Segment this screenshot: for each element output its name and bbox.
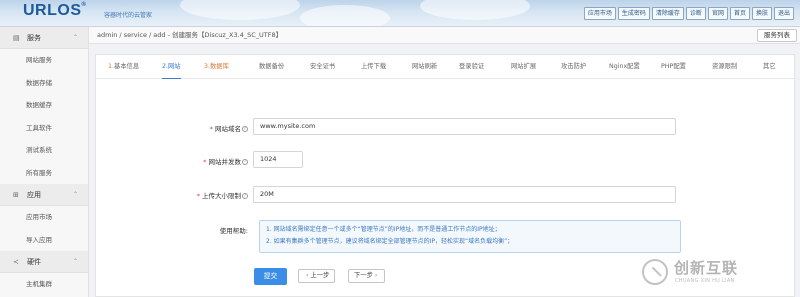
domain-label-text: 网站域名 [215, 125, 241, 133]
required-mark: * [203, 158, 207, 166]
tab-bar: 1.基本信息 2.网站 3.数据库 数据备份 安全证书 上传下载 网站刷新 登录… [96, 55, 796, 79]
tab-website[interactable]: 2.网站 [162, 55, 181, 79]
tab-basic-info[interactable]: 1.基本信息 [108, 55, 139, 79]
tab-site-refresh[interactable]: 网站刷新 [412, 55, 437, 79]
nav-official-site[interactable]: 官网 [707, 7, 728, 20]
chevron-up-icon: ⌃ [72, 191, 78, 198]
tab-nginx-config[interactable]: Nginx配置 [609, 55, 640, 79]
tab-resource-limit[interactable]: 资源限制 [712, 55, 737, 79]
required-mark: * [209, 125, 213, 133]
help-box: 1. 网站域名需绑定任意一个或多个“管理节点”的IP地址，而不是普通工作节点的I… [259, 220, 681, 253]
nav-diagnose[interactable]: 诊断 [685, 7, 706, 20]
server-icon: ▤ [13, 34, 20, 42]
tab-attack-protection[interactable]: 攻击防护 [561, 55, 586, 79]
help-line: 1. 网站域名需绑定任意一个或多个“管理节点”的IP地址，而不是普通工作节点的I… [266, 226, 501, 233]
chevron-up-icon: ⌃ [72, 258, 78, 265]
sidebar-item-app-market[interactable]: 应用市场 [0, 206, 88, 229]
domain-input[interactable]: www.mysite.com [253, 118, 676, 135]
sidebar-section-label: 硬件 [27, 258, 41, 266]
upload-limit-label: * 上传大小限制? [168, 190, 248, 200]
sidebar-item-test-system[interactable]: 测试系统 [0, 139, 88, 162]
nav-logout[interactable]: 退出 [773, 7, 794, 20]
slogan: 容器时代的云管家 [104, 12, 153, 19]
sidebar-item-data-cache[interactable]: 数据缓存 [0, 94, 88, 117]
concurrency-label-text: 网站并发数 [208, 158, 242, 166]
tab-label: 基本信息 [114, 63, 140, 70]
next-step-label: 下一步 [354, 272, 373, 279]
grid-icon: ⊞ [13, 191, 19, 199]
watermark-logo: 创新互联 CHUANG XIN HU LIAN [642, 255, 784, 291]
sidebar-item-website-service[interactable]: 网站服务 [0, 49, 88, 72]
domain-label: * 网站域名? [168, 123, 248, 133]
brand-mark-icon [642, 259, 668, 285]
sidebar: ▤ 服务 ⌃ 网站服务 数据存储 数据缓存 工具软件 测试系统 所有服务 ⊞ 应… [0, 27, 89, 297]
breadcrumb: admin / service / add - 创建服务【Discuz_X3.4… [97, 31, 283, 39]
help-icon[interactable]: ? [242, 126, 248, 132]
cloud-decoration [300, 5, 390, 26]
tab-php-config[interactable]: PHP配置 [661, 55, 686, 79]
concurrency-input[interactable]: 1024 [253, 151, 303, 168]
sidebar-item-data-storage[interactable]: 数据存储 [0, 72, 88, 95]
cloud-decoration [420, 0, 530, 20]
help-line: 2. 如果有集群多个管理节点，建议将域名绑定全部管理节点的IP，轻松实现“域名负… [266, 238, 514, 245]
concurrency-label: * 网站并发数? [168, 156, 248, 166]
nav-app-market[interactable]: 应用市场 [583, 7, 616, 20]
upload-limit-input[interactable]: 20M [253, 186, 676, 203]
cloud-decoration [180, 0, 300, 20]
sidebar-section-service[interactable]: ▤ 服务 ⌃ [0, 27, 88, 49]
help-label: 使用帮助: [219, 227, 248, 235]
tab-ssl-cert[interactable]: 安全证书 [310, 55, 335, 79]
breadcrumb-bar: admin / service / add - 创建服务【Discuz_X3.4… [89, 27, 800, 44]
logo-text: URLOS [23, 2, 82, 19]
next-step-button[interactable]: 下一步 › [348, 269, 386, 283]
sidebar-section-label: 应用 [27, 191, 41, 199]
nav-home[interactable]: 首页 [729, 7, 750, 20]
service-list-button[interactable]: 服务列表 [757, 29, 797, 42]
share-icon: ≺ [13, 258, 19, 266]
watermark-cn: 创新互联 [674, 259, 739, 277]
nav-skin[interactable]: 换肤 [751, 7, 772, 20]
sidebar-section-hardware[interactable]: ≺ 硬件 ⌃ [0, 251, 88, 273]
required-mark: * [196, 192, 200, 200]
prev-step-label: 上一步 [310, 272, 330, 279]
top-header: URLOS® 容器时代的云管家 应用市场 生成密码 清除缓存 诊断 官网 首页 … [0, 0, 800, 27]
registered-mark: ® [81, 2, 87, 8]
sidebar-item-tool-software[interactable]: 工具软件 [0, 117, 88, 140]
sidebar-section-apps[interactable]: ⊞ 应用 ⌃ [0, 184, 88, 206]
sidebar-item-import-app[interactable]: 导入应用 [0, 229, 88, 252]
create-service-card: 1.基本信息 2.网站 3.数据库 数据备份 安全证书 上传下载 网站刷新 登录… [95, 54, 796, 297]
tab-upload-download[interactable]: 上传下载 [361, 55, 386, 79]
top-nav: 应用市场 生成密码 清除缓存 诊断 官网 首页 换肤 退出 [583, 7, 794, 20]
sidebar-section-label: 服务 [27, 34, 41, 42]
sidebar-item-all-services[interactable]: 所有服务 [0, 162, 88, 185]
chevron-left-icon: ‹ [306, 272, 309, 279]
sidebar-item-host-cluster[interactable]: 主机集群 [0, 273, 88, 296]
urlos-logo[interactable]: URLOS® [23, 2, 86, 20]
nav-generate-password[interactable]: 生成密码 [617, 7, 650, 20]
tab-data-backup[interactable]: 数据备份 [259, 55, 284, 79]
tab-database[interactable]: 3.数据库 [204, 55, 229, 79]
help-icon[interactable]: ? [242, 159, 248, 165]
help-icon[interactable]: ? [242, 193, 248, 199]
prev-step-button[interactable]: ‹ 上一步 [298, 269, 336, 283]
submit-button[interactable]: 提交 [254, 268, 287, 285]
tab-login-verify[interactable]: 登录验证 [459, 55, 484, 79]
tab-site-extension[interactable]: 网站扩展 [511, 55, 536, 79]
chevron-up-icon: ⌃ [72, 34, 78, 41]
nav-clear-cache[interactable]: 清除缓存 [651, 7, 684, 20]
upload-limit-label-text: 上传大小限制 [202, 192, 241, 200]
tab-other[interactable]: 其它 [763, 55, 776, 79]
chevron-right-icon: › [374, 272, 378, 279]
watermark-en: CHUANG XIN HU LIAN [675, 278, 735, 284]
main-content: admin / service / add - 创建服务【Discuz_X3.4… [89, 27, 800, 297]
